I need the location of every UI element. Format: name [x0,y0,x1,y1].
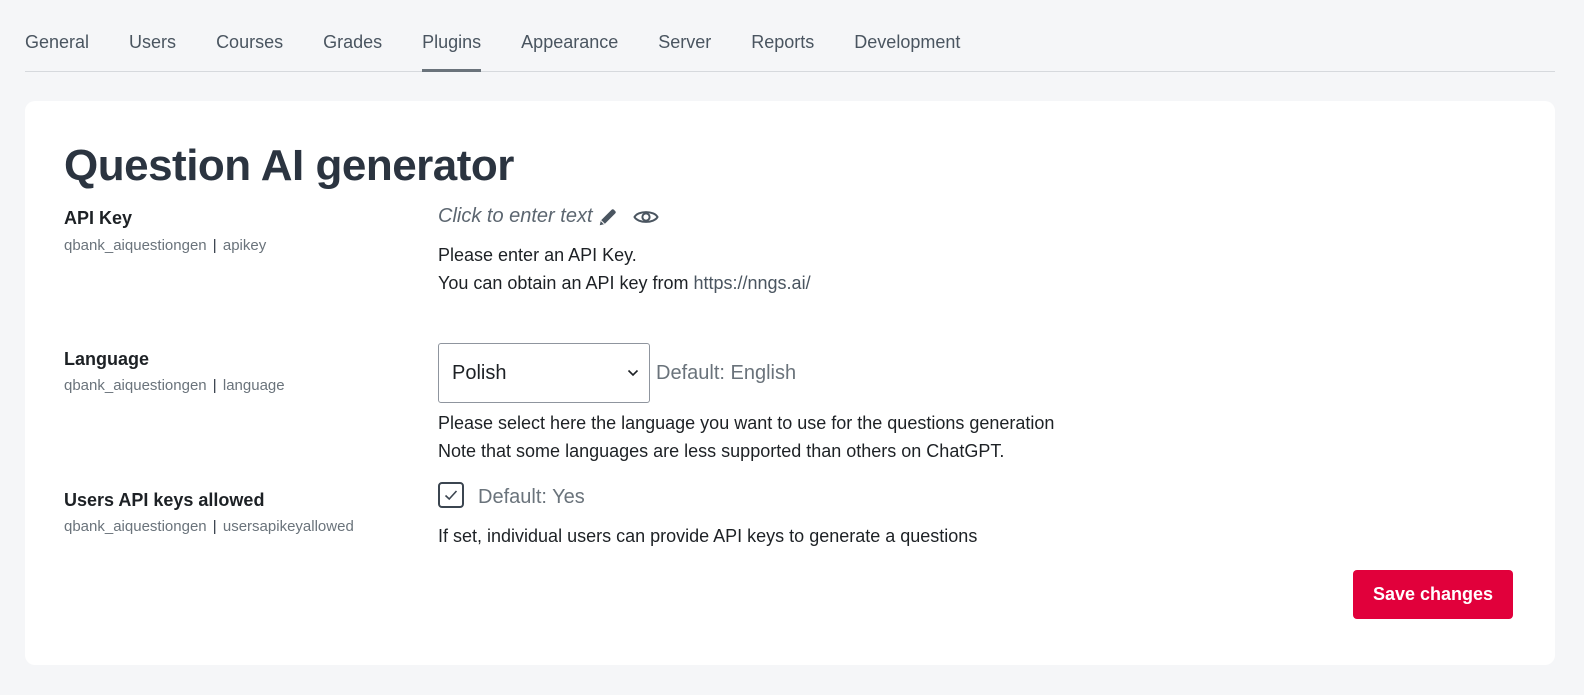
save-changes-button[interactable]: Save changes [1353,570,1513,619]
apikey-desc-line1: Please enter an API Key. [438,245,637,265]
apikey-desc-line2: You can obtain an API key from https://n… [438,269,811,297]
tab-general[interactable]: General [25,31,89,71]
apikey-placeholder: Click to enter text [438,205,593,227]
apikey-description: Please enter an API Key. You can obtain … [438,241,811,297]
tab-plugins[interactable]: Plugins [422,31,482,72]
setting-name: apikey [222,237,267,254]
tab-users[interactable]: Users [129,31,176,71]
usersapikey-default: Default: Yes [478,486,585,508]
setting-id-language: qbank_aiquestiongen | language [64,377,285,394]
language-desc-line2: Note that some languages are less suppor… [438,441,1005,461]
page-title: Question AI generator [64,141,514,190]
chevron-down-icon [627,369,639,377]
separator: | [212,237,217,254]
tab-courses[interactable]: Courses [216,31,283,71]
tab-development[interactable]: Development [854,31,960,71]
nngs-link[interactable]: https://nngs.ai/ [694,273,811,293]
eye-icon[interactable] [632,206,659,228]
admin-tabs: General Users Courses Grades Plugins App… [25,0,1555,72]
setting-name: usersapikeyallowed [222,518,354,535]
setting-label-usersapikey: Users API keys allowed [64,490,265,510]
setting-label-language: Language [64,349,150,369]
language-field: Polish Default: English [438,343,796,403]
separator: | [212,377,217,394]
apikey-field: Click to enter text [438,205,659,228]
apikey-desc-text: You can obtain an API key from [438,273,694,293]
tab-server[interactable]: Server [658,31,711,71]
language-description: Please select here the language you want… [438,409,1054,465]
separator: | [212,518,217,535]
usersapikey-description: If set, individual users can provide API… [438,526,978,546]
apikey-inline-edit[interactable]: Click to enter text [438,205,659,228]
setting-label-apikey: API Key [64,208,133,228]
settings-card: Question AI generator API Key qbank_aiqu… [25,101,1555,665]
usersapikey-checkbox[interactable] [438,481,464,508]
language-desc-line1: Please select here the language you want… [438,413,1055,433]
language-selected-value: Polish [452,361,507,384]
tab-reports[interactable]: Reports [751,31,814,71]
checkmark-icon [444,489,458,501]
setting-plugin: qbank_aiquestiongen [64,518,207,535]
language-default: Default: English [656,361,797,384]
setting-plugin: qbank_aiquestiongen [64,237,207,254]
usersapikey-field: Default: Yes [438,480,585,509]
setting-name: language [222,377,285,394]
tab-grades[interactable]: Grades [323,31,382,71]
pencil-icon[interactable] [597,206,619,228]
setting-id-apikey: qbank_aiquestiongen | apikey [64,237,266,254]
tab-appearance[interactable]: Appearance [521,31,618,71]
language-select[interactable]: Polish [438,343,650,403]
setting-id-usersapikey: qbank_aiquestiongen | usersapikeyallowed [64,518,354,535]
setting-plugin: qbank_aiquestiongen [64,377,207,394]
